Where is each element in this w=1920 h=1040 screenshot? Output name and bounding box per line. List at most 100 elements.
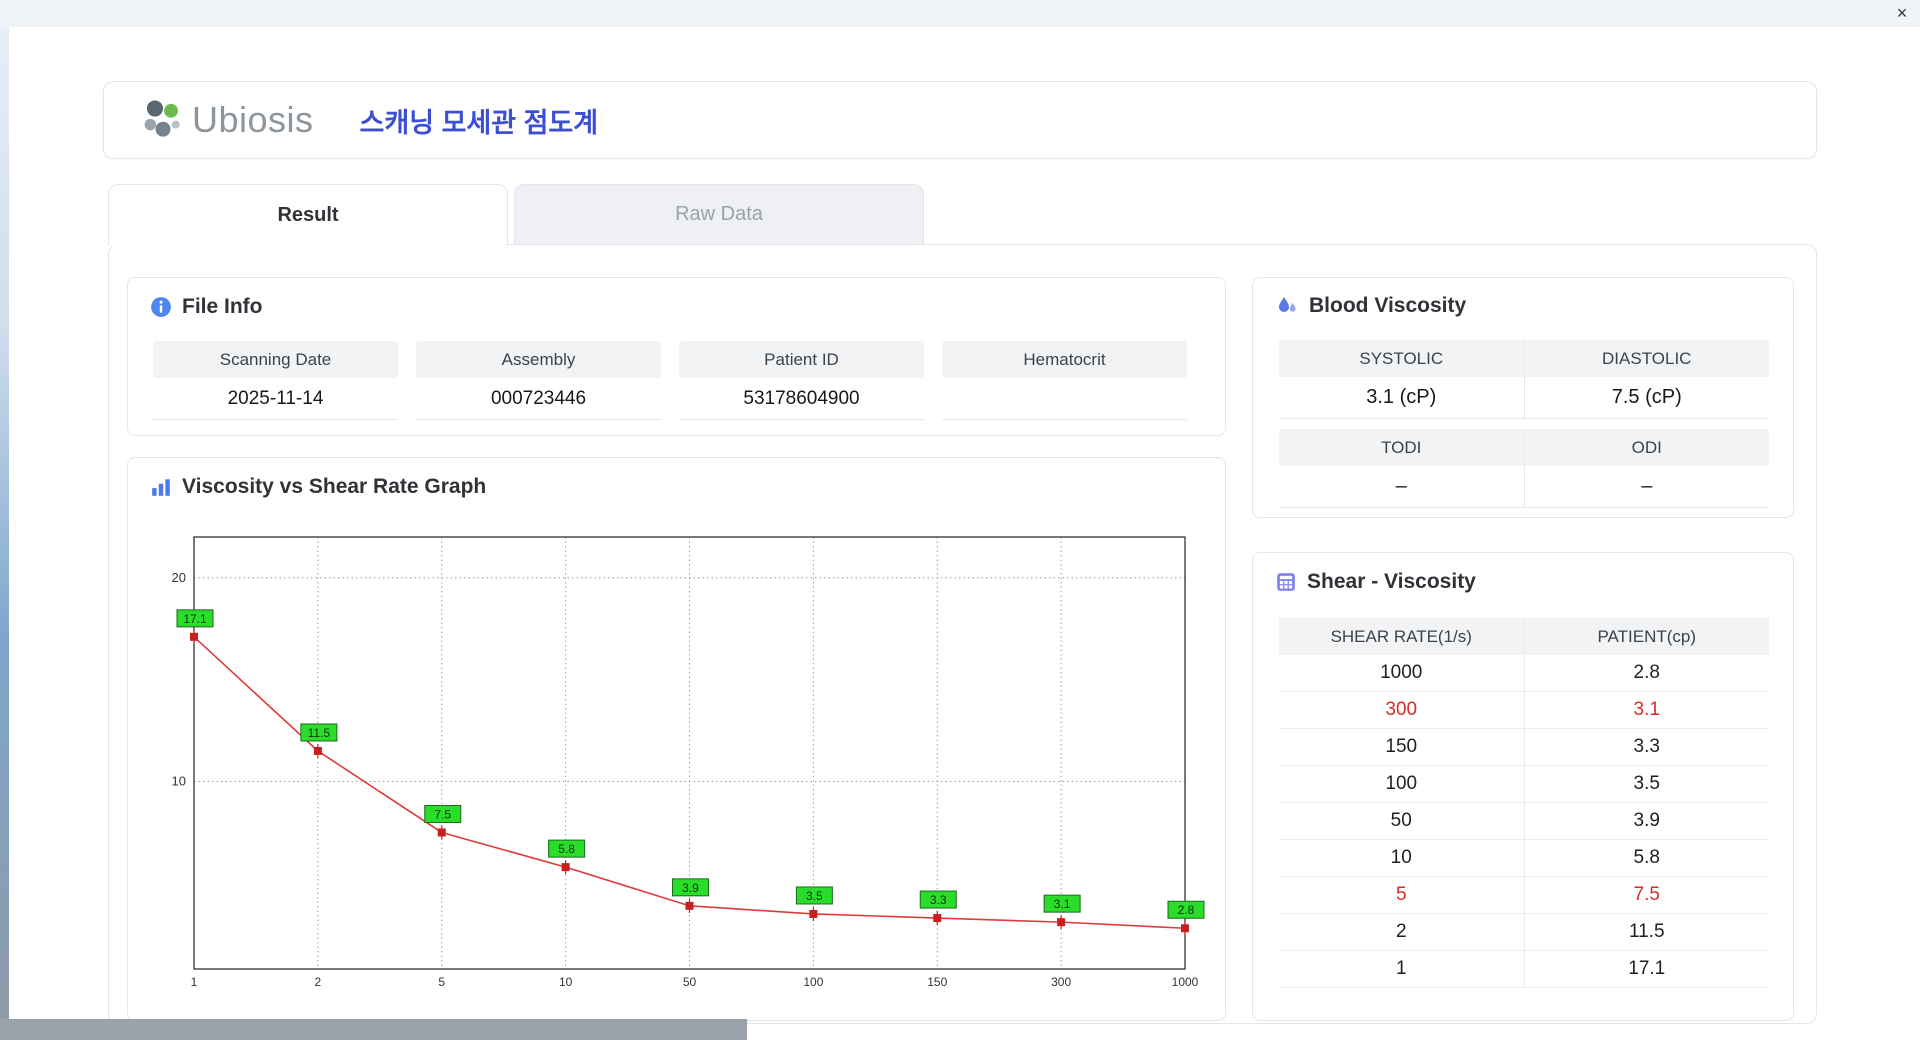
sv-patient-value: 3.1 xyxy=(1523,692,1769,729)
table-row: 300 3.1 xyxy=(1279,692,1769,729)
table-row: 150 3.3 xyxy=(1279,729,1769,766)
svg-text:3.3: 3.3 xyxy=(930,893,947,907)
table-row: 10 5.8 xyxy=(1279,840,1769,877)
tab-result[interactable]: Result xyxy=(108,184,508,246)
bv-header-row: SYSTOLIC DIASTOLIC xyxy=(1279,340,1769,377)
svg-text:3.5: 3.5 xyxy=(806,889,823,903)
sv-patient-value: 17.1 xyxy=(1523,951,1769,988)
close-button[interactable]: × xyxy=(1890,2,1914,24)
sv-patient-value: 2.8 xyxy=(1523,655,1769,692)
shear-viscosity-card: Shear - Viscosity SHEAR RATE(1/s) PATIEN… xyxy=(1252,552,1794,1021)
bv-todi-odi-group: TODI ODI – – xyxy=(1279,429,1769,508)
logo-text: Ubiosis xyxy=(192,99,314,140)
sv-patient-value: 11.5 xyxy=(1523,914,1769,951)
shear-viscosity-title: Shear - Viscosity xyxy=(1307,570,1476,593)
tab-raw-data[interactable]: Raw Data xyxy=(514,184,924,244)
bv-header-row: TODI ODI xyxy=(1279,429,1769,466)
field-label: Assembly xyxy=(416,341,661,378)
file-info-title: File Info xyxy=(182,295,263,318)
blood-viscosity-title-row: Blood Viscosity xyxy=(1275,294,1466,318)
field-assembly: Assembly 000723446 xyxy=(416,341,661,420)
bar-chart-icon xyxy=(150,476,172,498)
table-row: 5 7.5 xyxy=(1279,877,1769,914)
sv-col-patient: PATIENT(cp) xyxy=(1523,618,1769,655)
sv-shear-value: 1000 xyxy=(1279,655,1524,692)
header-card: Ubiosis 스캐닝 모세관 점도계 xyxy=(103,81,1817,159)
field-value: 2025-11-14 xyxy=(153,378,398,420)
bv-value-row: – – xyxy=(1279,466,1769,508)
bv-value-diastolic: 7.5 (cP) xyxy=(1523,377,1769,419)
desktop-edge-bottom xyxy=(0,1019,747,1040)
svg-text:20: 20 xyxy=(172,570,186,585)
sv-patient-value: 3.3 xyxy=(1523,729,1769,766)
bv-value-systolic: 3.1 (cP) xyxy=(1279,377,1524,419)
blood-viscosity-title: Blood Viscosity xyxy=(1309,294,1467,317)
svg-text:150: 150 xyxy=(927,975,947,989)
blood-viscosity-card: Blood Viscosity SYSTOLIC DIASTOLIC 3.1 (… xyxy=(1252,277,1794,518)
sv-patient-value: 3.9 xyxy=(1523,803,1769,840)
bv-value-row: 3.1 (cP) 7.5 (cP) xyxy=(1279,377,1769,419)
svg-text:3.9: 3.9 xyxy=(682,881,699,895)
sv-shear-value: 5 xyxy=(1279,877,1524,914)
sv-patient-value: 3.5 xyxy=(1523,766,1769,803)
table-icon xyxy=(1275,571,1297,593)
desktop-edge-left xyxy=(0,27,9,1040)
svg-text:10: 10 xyxy=(559,975,573,989)
svg-text:17.1: 17.1 xyxy=(183,612,207,626)
svg-text:1000: 1000 xyxy=(1172,975,1199,989)
sv-col-shear-rate: SHEAR RATE(1/s) xyxy=(1279,618,1524,655)
sv-shear-value: 300 xyxy=(1279,692,1524,729)
svg-text:5: 5 xyxy=(438,975,445,989)
sv-shear-value: 50 xyxy=(1279,803,1524,840)
field-label: Hematocrit xyxy=(942,341,1187,378)
info-icon xyxy=(150,296,172,318)
viscosity-chart: 10 20 17.1 11.5 7.5 5.8 3.9 3.5 3.3 3.1 2.8 1 2 5 10 50… xyxy=(172,536,1205,989)
svg-text:5.8: 5.8 xyxy=(558,842,575,856)
shear-viscosity-title-row: Shear - Viscosity xyxy=(1275,570,1476,594)
brand-logo: Ubiosis xyxy=(140,97,314,143)
page-title: 스캐닝 모세관 점도계 xyxy=(359,107,599,138)
bv-header-diastolic: DIASTOLIC xyxy=(1523,340,1769,377)
field-value xyxy=(942,378,1187,420)
graph-card: Viscosity vs Shear Rate Graph 10 20 17.1 11… xyxy=(127,457,1226,1021)
droplet-icon xyxy=(1275,294,1299,318)
sv-shear-value: 150 xyxy=(1279,729,1524,766)
field-patient-id: Patient ID 53178604900 xyxy=(679,341,924,420)
svg-text:100: 100 xyxy=(803,975,823,989)
table-row: 1 17.1 xyxy=(1279,951,1769,988)
svg-text:1: 1 xyxy=(191,975,198,989)
sv-shear-value: 2 xyxy=(1279,914,1524,951)
sv-shear-value: 10 xyxy=(1279,840,1524,877)
table-row: 2 11.5 xyxy=(1279,914,1769,951)
sv-patient-value: 7.5 xyxy=(1523,877,1769,914)
svg-text:7.5: 7.5 xyxy=(434,807,451,821)
bv-header-odi: ODI xyxy=(1523,429,1769,466)
bv-systolic-diastolic-group: SYSTOLIC DIASTOLIC 3.1 (cP) 7.5 (cP) xyxy=(1279,340,1769,419)
bv-header-todi: TODI xyxy=(1279,429,1524,466)
svg-text:2: 2 xyxy=(315,975,322,989)
sv-table-body: 1000 2.8 300 3.1 150 3.3 100 3.5 50 3.9 … xyxy=(1279,655,1769,988)
file-info-title-row: File Info xyxy=(150,295,263,319)
svg-text:2.8: 2.8 xyxy=(1178,903,1195,917)
shear-viscosity-table: SHEAR RATE(1/s) PATIENT(cp) 1000 2.8 300… xyxy=(1279,618,1769,988)
table-row: 50 3.9 xyxy=(1279,803,1769,840)
bv-value-todi: – xyxy=(1279,466,1524,508)
svg-text:11.5: 11.5 xyxy=(308,726,331,740)
field-scanning-date: Scanning Date 2025-11-14 xyxy=(153,341,398,420)
content-panel: File Info Scanning Date 2025-11-14 Assem… xyxy=(108,244,1817,1024)
field-value: 53178604900 xyxy=(679,378,924,420)
field-label: Patient ID xyxy=(679,341,924,378)
window-titlebar: × xyxy=(0,0,1920,27)
graph-title-row: Viscosity vs Shear Rate Graph xyxy=(150,475,486,499)
sv-shear-value: 100 xyxy=(1279,766,1524,803)
svg-text:3.1: 3.1 xyxy=(1054,897,1071,911)
svg-text:50: 50 xyxy=(683,975,697,989)
graph-title: Viscosity vs Shear Rate Graph xyxy=(182,475,487,498)
sv-header-row: SHEAR RATE(1/s) PATIENT(cp) xyxy=(1279,618,1769,655)
bv-header-systolic: SYSTOLIC xyxy=(1279,340,1524,377)
file-info-card: File Info Scanning Date 2025-11-14 Assem… xyxy=(127,277,1226,436)
sv-patient-value: 5.8 xyxy=(1523,840,1769,877)
svg-text:300: 300 xyxy=(1051,975,1071,989)
field-label: Scanning Date xyxy=(153,341,398,378)
sv-shear-value: 1 xyxy=(1279,951,1524,988)
